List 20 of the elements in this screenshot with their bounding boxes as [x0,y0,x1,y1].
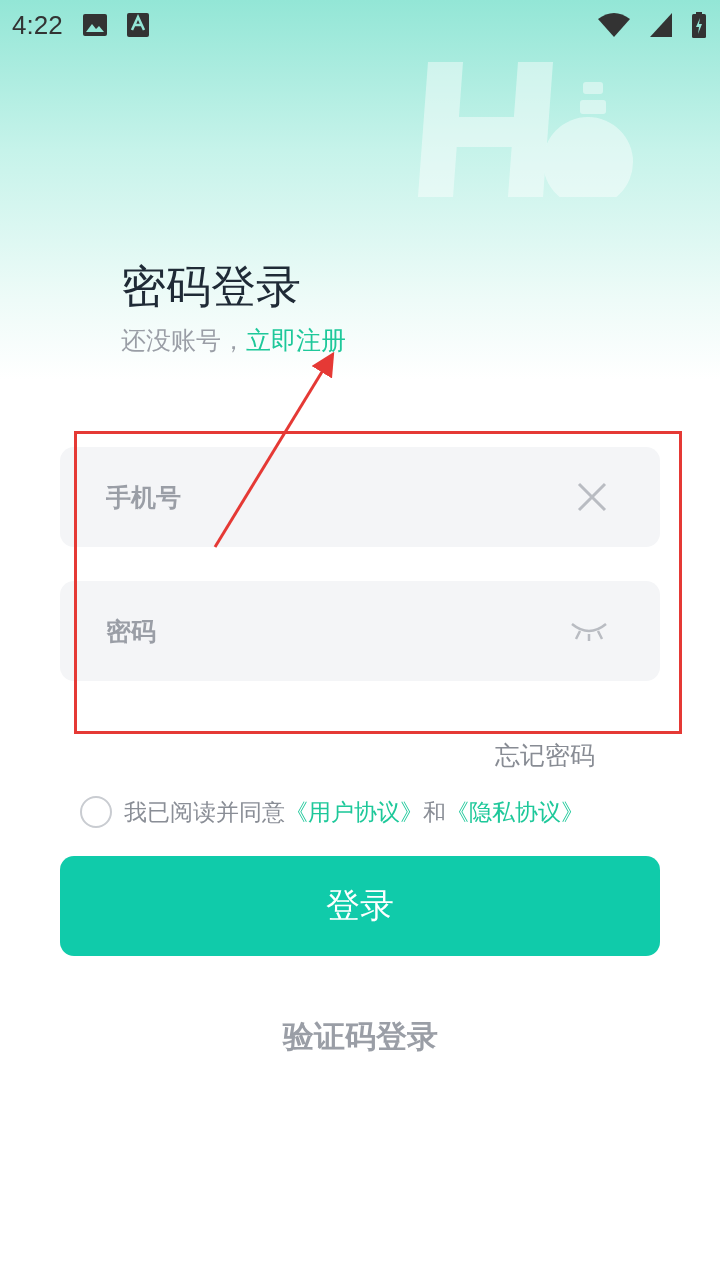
sms-login-link[interactable]: 验证码登录 [282,1016,438,1058]
password-field[interactable]: 密码 [60,581,660,681]
login-button[interactable]: 登录 [60,856,660,956]
privacy-policy-link[interactable]: 《隐私协议》 [446,798,584,825]
wifi-icon [598,13,630,37]
eye-closed-icon[interactable] [570,620,608,642]
page-title: 密码登录 [121,259,302,315]
battery-icon [692,12,706,38]
register-link[interactable]: 立即注册 [246,326,346,355]
user-agreement-link[interactable]: 《用户协议》 [285,798,423,825]
phone-field[interactable]: 手机号 [60,447,660,547]
image-icon [82,14,107,36]
agreement-checkbox[interactable] [80,796,112,828]
signal-icon [650,13,672,37]
forgot-password-link[interactable]: 忘记密码 [495,739,595,772]
status-time: 4:22 [12,9,63,41]
font-icon [126,13,149,37]
clear-icon[interactable] [576,481,608,513]
register-prompt: 还没账号，立即注册 [121,325,347,357]
agreement-text: 我已阅读并同意《用户协议》和《隐私协议》 [124,797,584,827]
